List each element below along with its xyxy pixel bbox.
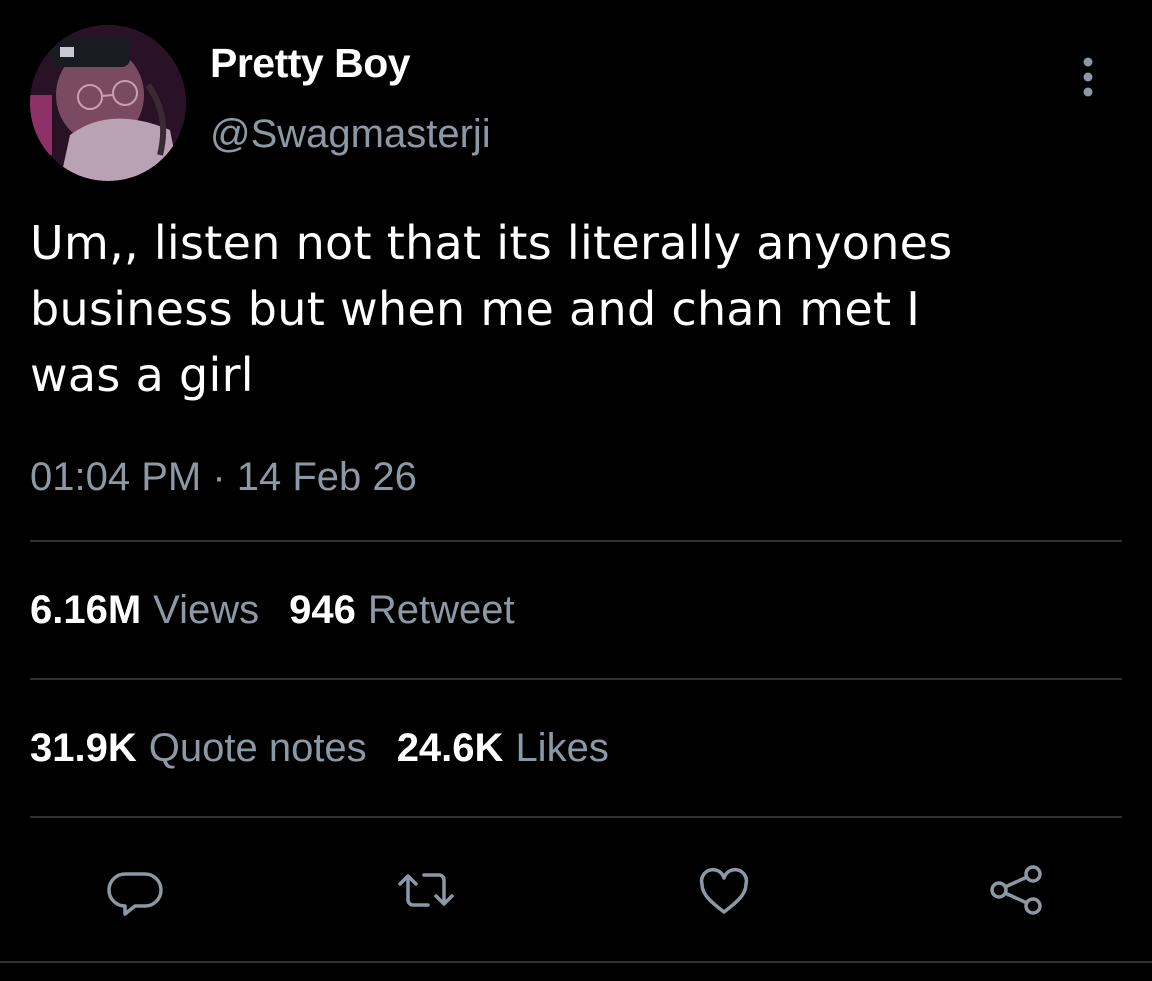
- tweet-text: Um,, listen not that its literally anyon…: [30, 216, 953, 402]
- retweets-count: 946: [289, 588, 356, 632]
- quotes-count: 31.9K: [30, 726, 137, 770]
- retweets-stat[interactable]: 946 Retweet: [289, 588, 515, 633]
- views-count: 6.16M: [30, 588, 142, 632]
- tweet-timestamp[interactable]: 01:04 PM · 14 Feb 26: [30, 455, 417, 500]
- retweet-arrows-icon: [398, 873, 454, 907]
- likes-label: Likes: [515, 726, 609, 770]
- share-nodes-icon: [990, 865, 1042, 915]
- retweets-label: Retweet: [367, 588, 515, 632]
- heart-icon: [699, 867, 749, 914]
- share-button[interactable]: [985, 860, 1049, 920]
- quotes-label: Quote notes: [148, 726, 367, 770]
- divider: [30, 540, 1122, 542]
- divider: [0, 961, 1152, 963]
- like-button[interactable]: [692, 860, 756, 920]
- views-stat[interactable]: 6.16M Views: [30, 588, 259, 633]
- author-display-name[interactable]: Pretty Boy: [210, 40, 411, 87]
- quotes-stat[interactable]: 31.9K Quote notes: [30, 726, 367, 771]
- retweet-button[interactable]: [394, 860, 458, 920]
- stats-row-quotes-likes: 31.9K Quote notes 24.6K Likes: [30, 726, 609, 771]
- divider: [30, 816, 1122, 818]
- avatar[interactable]: [30, 25, 186, 181]
- likes-stat[interactable]: 24.6K Likes: [397, 726, 609, 771]
- vertical-ellipsis-icon: [1083, 57, 1093, 97]
- views-label: Views: [153, 588, 260, 632]
- divider: [30, 678, 1122, 680]
- tweet-card: Pretty Boy @Swagmasterji Um,, listen not…: [0, 0, 1152, 981]
- author-handle[interactable]: @Swagmasterji: [210, 112, 491, 157]
- action-bar: [0, 860, 1152, 920]
- more-options-button[interactable]: [1068, 50, 1108, 110]
- stats-row-views-retweets: 6.16M Views 946 Retweet: [30, 588, 515, 633]
- likes-count: 24.6K: [396, 726, 504, 770]
- reply-button[interactable]: [105, 860, 169, 920]
- speech-bubble-icon: [107, 872, 163, 916]
- profile-photo-icon: [30, 25, 186, 181]
